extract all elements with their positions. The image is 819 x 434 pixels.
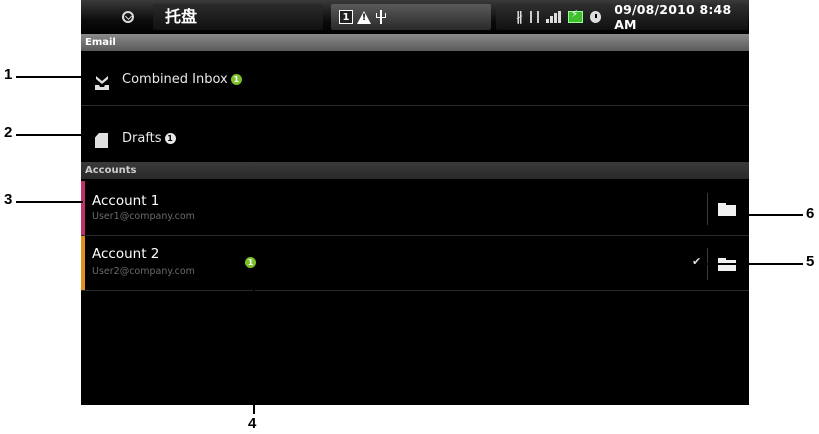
account-email: User1@company.com <box>92 211 195 222</box>
account-item-1[interactable]: Account 1 User1@company.com <box>81 181 749 236</box>
status-bar: 托盘 1 ∦ 09/08/2010 8:48 AM <box>81 0 749 34</box>
account-color-bar <box>81 181 85 235</box>
device-screen: 托盘 1 ∦ 09/08/2010 8:48 AM Email Combined… <box>81 0 749 405</box>
combined-inbox-row: Combined Inbox 1 <box>122 72 242 87</box>
email-section-header: Email <box>81 34 749 51</box>
default-account-check-icon: ✔ <box>692 255 702 268</box>
wifi-icon <box>529 11 540 23</box>
account-unread-badge: 1 <box>245 257 256 268</box>
callout-line-4 <box>253 268 255 414</box>
callout-1: 1 <box>4 66 13 83</box>
callout-3: 3 <box>4 191 13 208</box>
bluetooth-icon: ∦ <box>516 9 523 25</box>
drafts-label: Drafts <box>122 131 162 146</box>
callout-5: 5 <box>806 253 815 270</box>
callout-line-3 <box>16 201 83 203</box>
chevron-circle-icon <box>122 11 134 23</box>
usb-icon <box>375 10 387 24</box>
tray-title: 托盘 <box>153 4 323 30</box>
account-item-2[interactable]: Account 2 User2@company.com 1 ✔ <box>81 236 749 291</box>
callout-line-5 <box>703 263 803 265</box>
account-name: Account 2 <box>92 246 160 262</box>
sim-icon: 1 <box>339 10 353 24</box>
drafts-count-badge: 1 <box>164 133 176 144</box>
folder-icon[interactable] <box>718 258 736 271</box>
account-name: Account 1 <box>92 193 160 209</box>
callout-line-6 <box>740 214 803 216</box>
system-status: ∦ 09/08/2010 8:48 AM <box>496 2 748 32</box>
battery-charging-icon <box>568 9 584 23</box>
status-time: 09/08/2010 8:48 AM <box>614 2 732 32</box>
drafts-row: Drafts 1 <box>122 131 176 146</box>
signal-icon <box>546 11 562 23</box>
callout-line-2 <box>16 134 93 136</box>
folder-icon[interactable] <box>718 203 736 216</box>
row-divider <box>707 193 708 225</box>
alarm-icon <box>590 11 602 23</box>
combined-inbox-label: Combined Inbox <box>122 72 228 87</box>
warning-icon <box>357 10 371 24</box>
notification-area[interactable]: 1 <box>331 4 491 30</box>
callout-4: 4 <box>248 415 257 432</box>
combined-inbox-item[interactable]: Combined Inbox 1 <box>81 51 749 106</box>
account-color-bar <box>81 236 85 290</box>
accounts-section-header: Accounts <box>81 162 749 179</box>
drafts-item[interactable]: Drafts 1 <box>81 106 749 161</box>
callout-2: 2 <box>4 124 13 141</box>
callout-line-1 <box>16 76 93 78</box>
account-email: User2@company.com <box>92 266 195 277</box>
combined-inbox-unread-badge: 1 <box>230 74 242 85</box>
menu-button[interactable] <box>103 6 153 28</box>
callout-6: 6 <box>806 205 815 222</box>
drafts-icon <box>95 133 108 148</box>
combined-inbox-icon <box>95 76 109 90</box>
